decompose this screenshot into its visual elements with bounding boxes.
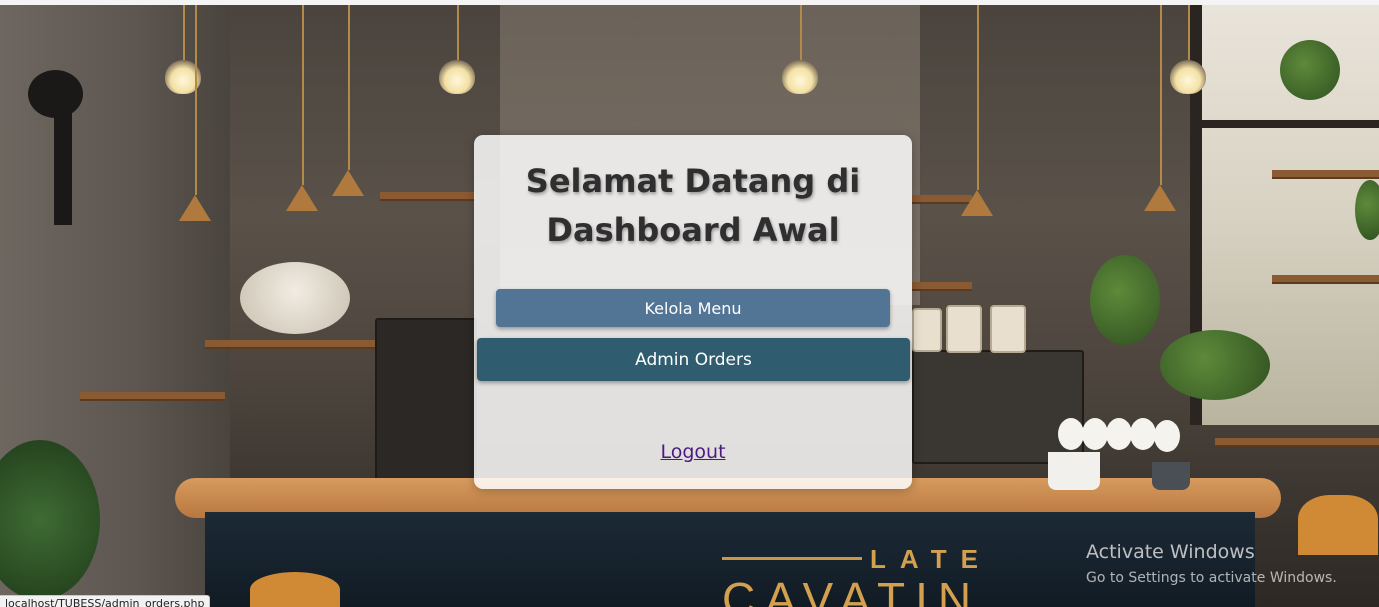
activate-windows-subtitle: Go to Settings to activate Windows. bbox=[1086, 570, 1337, 586]
cafe-sign-top: LATE bbox=[870, 544, 992, 574]
browser-status-url: localhost/TUBESS/admin_orders.php bbox=[0, 595, 211, 607]
logout-link[interactable]: Logout bbox=[474, 441, 912, 463]
cafe-sign-bottom: CAVATIN bbox=[722, 573, 982, 607]
kelola-menu-button[interactable]: Kelola Menu bbox=[496, 289, 890, 327]
title-line-2: Dashboard Awal bbox=[546, 211, 840, 249]
dashboard-card: Selamat Datang di Dashboard Awal Kelola … bbox=[474, 135, 912, 489]
title-line-1: Selamat Datang di bbox=[525, 162, 861, 200]
page-title: Selamat Datang di Dashboard Awal bbox=[474, 157, 912, 255]
activate-windows-title: Activate Windows bbox=[1086, 541, 1255, 563]
admin-orders-button[interactable]: Admin Orders bbox=[477, 338, 910, 381]
page: LATE CAVATIN Selamat Datang di Dashboard… bbox=[0, 0, 1379, 607]
